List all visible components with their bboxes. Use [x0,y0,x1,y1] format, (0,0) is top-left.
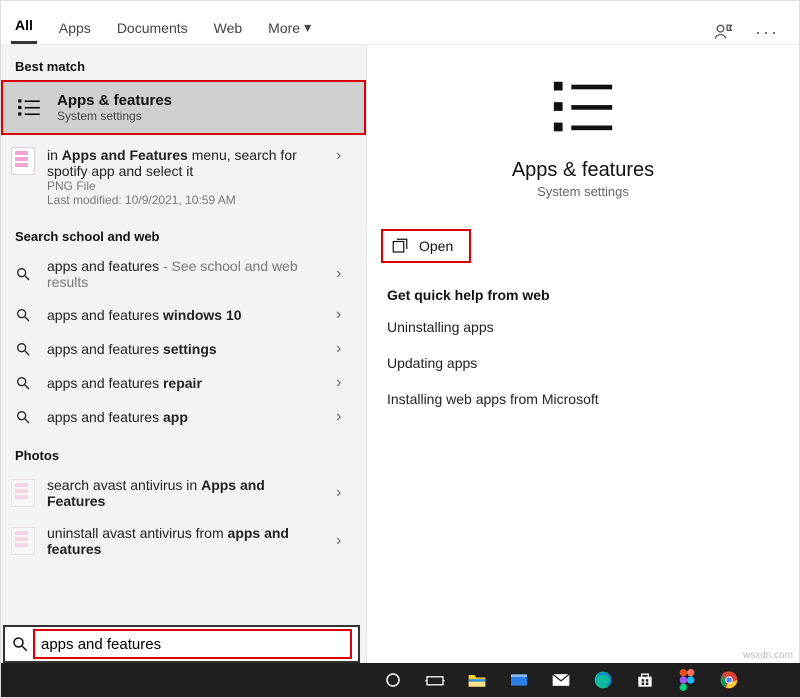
open-icon [391,237,409,255]
image-file-icon [11,479,35,507]
photo-result[interactable]: uninstall avast antivirus from apps and … [1,517,366,565]
taskbar [1,663,800,697]
file-result-modified: Last modified: 10/9/2021, 10:59 AM [47,193,324,207]
photo-result-text: uninstall avast antivirus from apps and … [47,525,324,557]
web-result[interactable]: apps and features settings › [1,332,366,366]
best-match-result[interactable]: Apps & features System settings [1,80,366,135]
preview-title: Apps & features [387,159,779,182]
web-result[interactable]: apps and features windows 10 › [1,298,366,332]
chevron-right-icon[interactable]: › [336,374,354,392]
figma-icon[interactable] [675,668,699,692]
filter-tab-bar: All Apps Documents Web More ▾ ··· [1,1,799,45]
section-best-match: Best match [1,45,366,80]
help-header: Get quick help from web [367,263,799,309]
start-search-window: All Apps Documents Web More ▾ ··· Best m… [0,0,800,698]
web-result-text: apps and features windows 10 [47,307,324,323]
search-box[interactable] [3,625,360,663]
search-icon [11,635,29,653]
web-result-text: apps and features app [47,409,324,425]
chevron-right-icon[interactable]: › [336,484,354,502]
chevron-right-icon[interactable]: › [336,306,354,324]
help-link[interactable]: Updating apps [387,345,779,381]
web-result-text: apps and features settings [47,341,324,357]
results-panel: Best match Apps & features System settin… [1,45,366,697]
web-result[interactable]: apps and features app › [1,400,366,434]
web-result[interactable]: apps and features - See school and web r… [1,250,366,298]
png-file-icon [11,147,35,175]
open-label: Open [419,238,453,254]
cortana-icon[interactable] [381,668,405,692]
web-result[interactable]: apps and features repair › [1,366,366,400]
feedback-icon[interactable] [711,20,735,44]
tab-documents[interactable]: Documents [113,10,192,44]
chevron-right-icon[interactable]: › [336,265,354,283]
watermark: wsxdn.com [743,650,793,661]
search-icon [11,307,35,323]
edge-icon[interactable] [591,668,615,692]
settings-list-icon [15,94,43,122]
tab-all[interactable]: All [11,7,37,44]
file-result-type: PNG File [47,179,324,193]
search-icon [11,409,35,425]
preview-panel: Apps & features System settings Open Get… [366,45,799,697]
web-result-text: apps and features - See school and web r… [47,258,324,290]
best-match-title: Apps & features [57,92,172,109]
chevron-right-icon[interactable]: › [336,532,354,550]
preview-app-icon [387,73,779,143]
search-icon [11,375,35,391]
video-editor-icon[interactable] [507,668,531,692]
search-icon [11,266,35,282]
search-icon [11,341,35,357]
mail-icon[interactable] [549,668,573,692]
chevron-down-icon: ▾ [304,19,311,36]
tab-more-label: More [268,20,300,36]
section-photos: Photos [1,434,366,469]
more-options-icon[interactable]: ··· [755,20,779,44]
file-result-title: in Apps and Features menu, search for sp… [47,147,324,179]
open-button[interactable]: Open [381,229,471,263]
section-school-web: Search school and web [1,215,366,250]
tab-more[interactable]: More ▾ [264,9,315,44]
chevron-right-icon[interactable]: › [336,340,354,358]
task-view-icon[interactable] [423,668,447,692]
best-match-subtitle: System settings [57,109,172,123]
chevron-right-icon[interactable]: › [336,147,354,165]
web-result-text: apps and features repair [47,375,324,391]
help-link[interactable]: Installing web apps from Microsoft [387,381,779,417]
chevron-right-icon[interactable]: › [336,408,354,426]
tab-apps[interactable]: Apps [55,10,95,44]
search-input[interactable] [39,635,346,654]
file-result[interactable]: in Apps and Features menu, search for sp… [1,135,366,215]
photo-result[interactable]: search avast antivirus in Apps and Featu… [1,469,366,517]
image-file-icon [11,527,35,555]
preview-subtitle: System settings [387,184,779,199]
tab-web[interactable]: Web [210,10,247,44]
photo-result-text: search avast antivirus in Apps and Featu… [47,477,324,509]
help-link[interactable]: Uninstalling apps [387,309,779,345]
chrome-icon[interactable] [717,668,741,692]
file-explorer-icon[interactable] [465,668,489,692]
store-icon[interactable] [633,668,657,692]
